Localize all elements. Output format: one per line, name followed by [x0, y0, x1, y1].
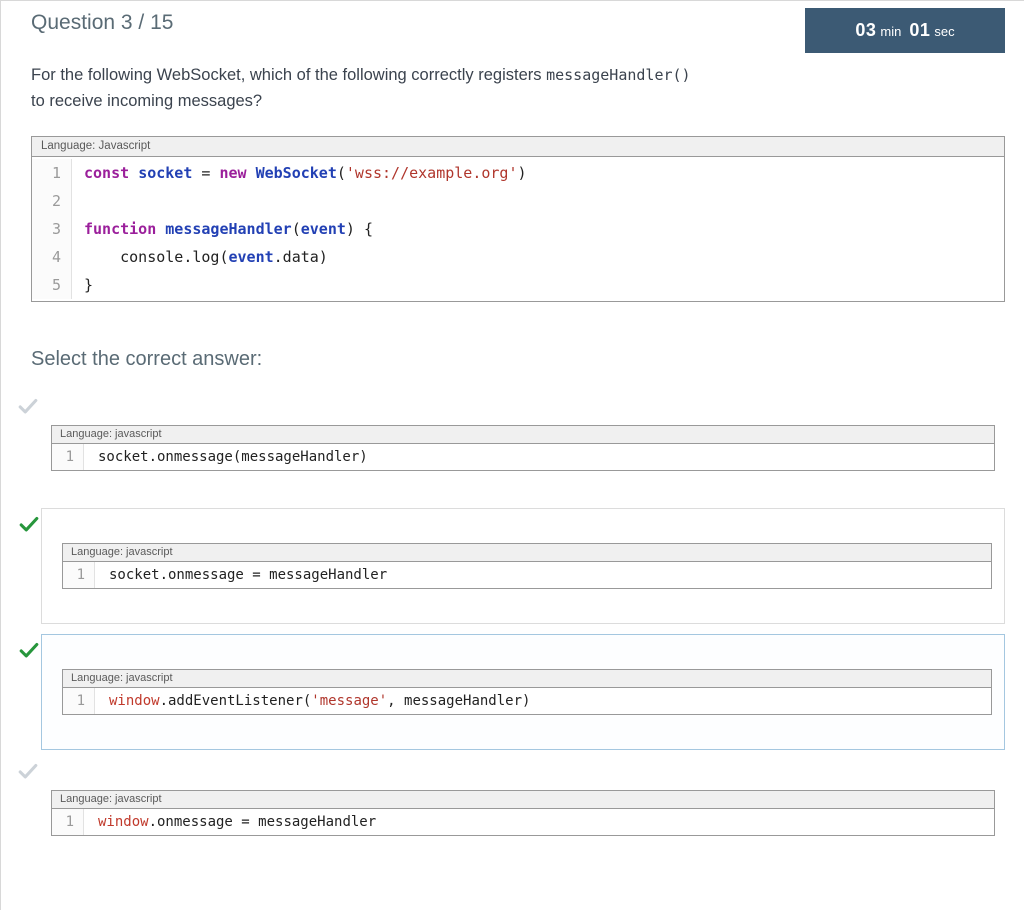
code-text: } [84, 275, 94, 294]
code-body: 1 const socket = new WebSocket('wss://exa… [32, 157, 1004, 301]
code-line: 4 console.log(event.data) [32, 242, 1004, 271]
code-language-label: Language: javascript [52, 790, 994, 809]
code-body: 1 window.addEventListener('message', mess… [63, 687, 991, 714]
answer-options: Language: javascript 1 socket.onmessage(me… [18, 398, 1005, 836]
answer-option-2[interactable]: Language: javascript 1 socket.onmessage = … [19, 507, 1005, 624]
question-panel: Question 3 / 15 03 min 01 sec For the fo… [0, 0, 1024, 910]
question-code-block: Language: Javascript 1 const socket = new … [31, 135, 1005, 302]
inactive-checkmark-icon [17, 760, 39, 782]
line-number: 1 [52, 443, 84, 470]
code-line: 1 window.addEventListener('message', mess… [63, 687, 991, 714]
code-block: Language: javascript 1 window.onmessage = … [51, 789, 995, 836]
code-block: Language: Javascript 1 const socket = new … [31, 135, 1005, 302]
correct-checkmark-icon [18, 513, 40, 535]
line-number: 1 [63, 561, 95, 588]
line-number: 3 [32, 214, 72, 243]
question-text: For the following WebSocket, which of th… [31, 62, 996, 115]
line-number: 1 [32, 158, 72, 187]
code-block: Language: javascript 1 window.addEventList… [62, 668, 992, 715]
inactive-checkmark-icon [17, 395, 39, 417]
line-number: 4 [32, 242, 72, 271]
code-text: const socket = new WebSocket('wss://exam… [84, 163, 527, 182]
topbar: Question 3 / 15 03 min 01 sec [31, 1, 1005, 53]
timer-minutes: 03 [855, 20, 877, 40]
timer-seconds-unit: sec [934, 24, 955, 39]
answer-option-4[interactable]: Language: javascript 1 window.onmessage = … [18, 763, 1005, 836]
code-language-label: Language: javascript [63, 669, 991, 688]
line-number: 1 [52, 808, 84, 835]
code-language-label: Language: javascript [52, 425, 994, 444]
answer-option-3[interactable]: Language: javascript 1 window.addEventList… [19, 633, 1005, 750]
code-text: socket.onmessage = messageHandler [109, 566, 388, 583]
code-line: 3 function messageHandler(event) { [32, 214, 1004, 243]
correct-checkmark-icon [18, 639, 40, 661]
line-number: 2 [32, 186, 72, 215]
code-language-label: Language: Javascript [32, 136, 1004, 157]
question-number-heading: Question 3 / 15 [31, 11, 174, 34]
code-text: function messageHandler(event) { [84, 219, 373, 238]
code-body: 1 socket.onmessage(messageHandler) [52, 443, 994, 470]
line-number: 1 [63, 687, 95, 714]
timer-minutes-unit: min [880, 24, 902, 39]
question-text-suffix: to receive incoming messages? [31, 92, 263, 111]
code-text: socket.onmessage(messageHandler) [98, 448, 368, 465]
code-line: 1 socket.onmessage(messageHandler) [52, 443, 994, 470]
timer-seconds: 01 [909, 20, 931, 40]
code-line: 1 const socket = new WebSocket('wss://exa… [32, 158, 1004, 187]
code-text: window.addEventListener('message', messa… [109, 692, 531, 709]
code-block: Language: javascript 1 socket.onmessage(me… [51, 424, 995, 471]
code-line: 1 window.onmessage = messageHandler [52, 808, 994, 835]
code-text: window.onmessage = messageHandler [98, 813, 377, 830]
code-body: 1 window.onmessage = messageHandler [52, 808, 994, 835]
timer-badge: 03 min 01 sec [805, 8, 1005, 53]
question-text-prefix: For the following WebSocket, which of th… [31, 66, 547, 84]
code-text: console.log(event.data) [84, 247, 328, 266]
code-line: 2 [32, 186, 1004, 215]
code-body: 1 socket.onmessage = messageHandler [63, 561, 991, 588]
answer-option-1[interactable]: Language: javascript 1 socket.onmessage(me… [18, 398, 1005, 471]
inline-code: messageHandler() [546, 66, 691, 84]
select-answer-prompt: Select the correct answer: [31, 347, 263, 370]
code-line: 5} [32, 270, 1004, 299]
code-language-label: Language: javascript [63, 543, 991, 562]
code-line: 1 socket.onmessage = messageHandler [63, 561, 991, 588]
line-number: 5 [32, 270, 72, 299]
code-block: Language: javascript 1 socket.onmessage = … [62, 542, 992, 589]
